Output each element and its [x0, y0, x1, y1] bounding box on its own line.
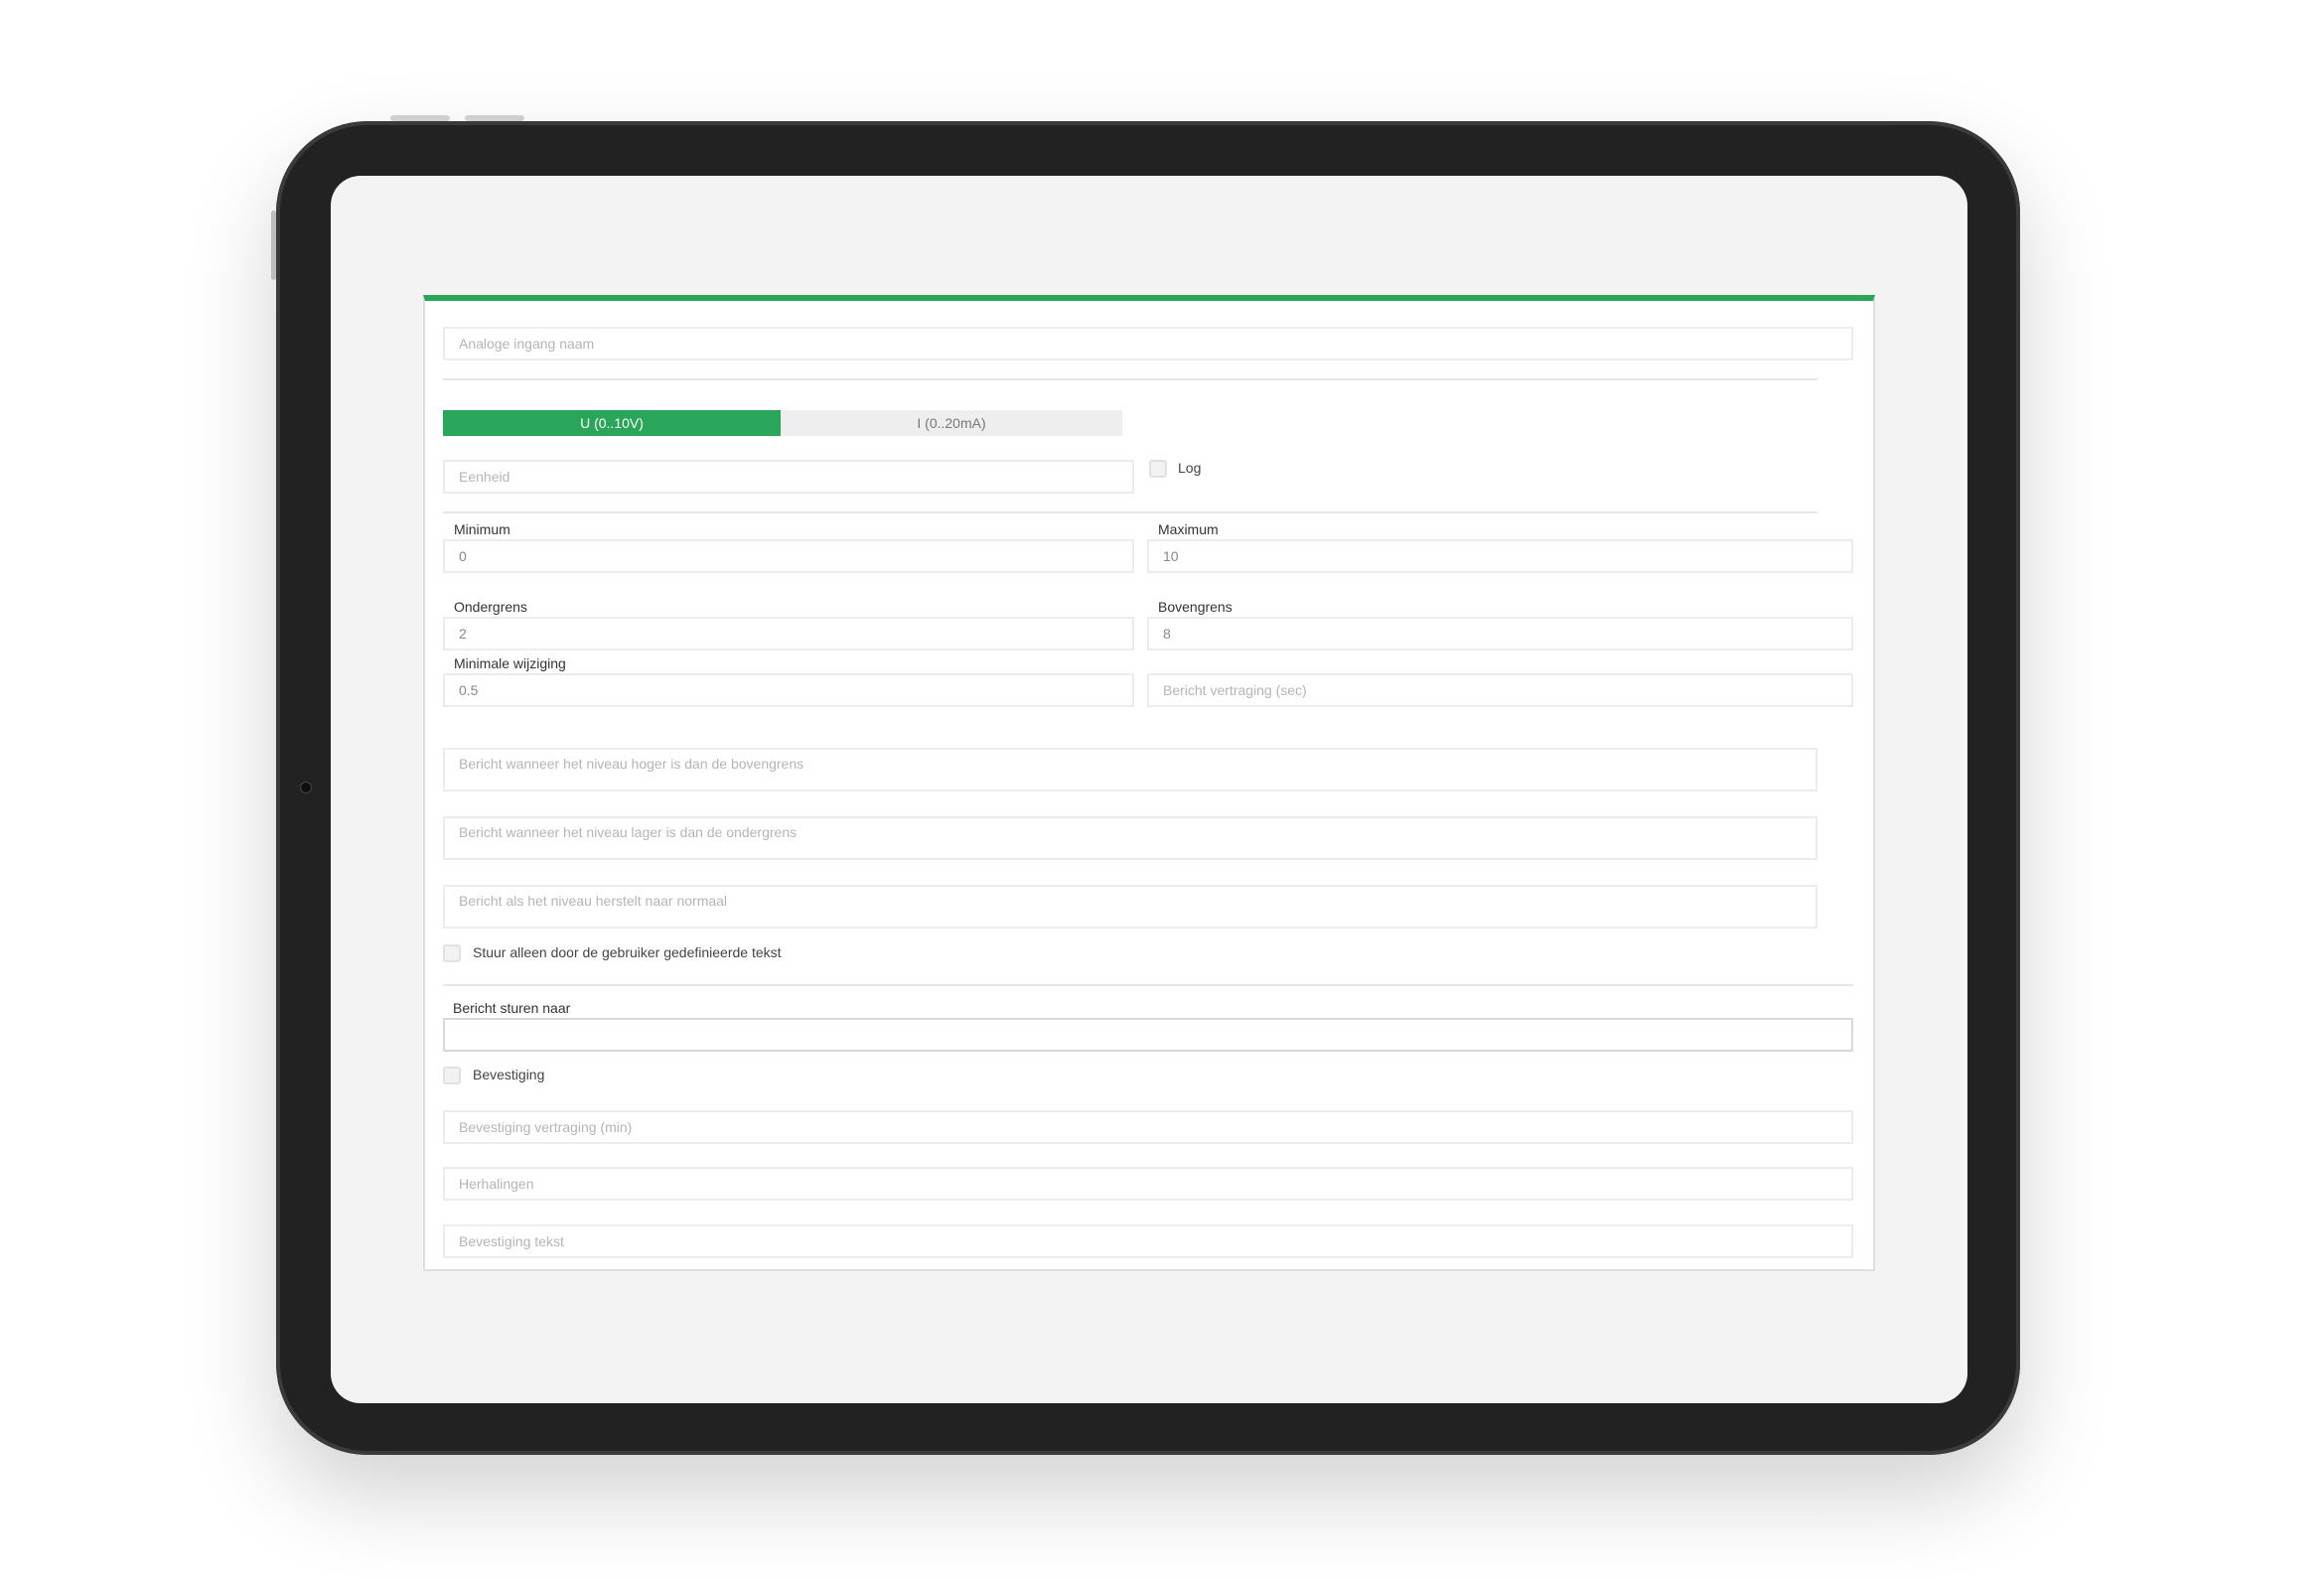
- tablet-screen: Analoge ingang naam U (0..10V) I (0..20m…: [331, 176, 1967, 1403]
- minimum-label: Minimum: [454, 521, 510, 537]
- maximum-label: Maximum: [1158, 521, 1219, 537]
- upper-limit-input[interactable]: 8: [1147, 617, 1853, 650]
- message-normal-input[interactable]: Bericht als het niveau herstelt naar nor…: [443, 885, 1817, 929]
- lower-limit-label: Ondergrens: [454, 599, 527, 615]
- maximum-input[interactable]: 10: [1147, 539, 1853, 573]
- send-to-label: Bericht sturen naar: [453, 1000, 571, 1016]
- analog-input-form: Analoge ingang naam U (0..10V) I (0..20m…: [423, 295, 1875, 1271]
- message-delay-input[interactable]: Bericht vertraging (sec): [1147, 673, 1853, 707]
- min-change-label: Minimale wijziging: [454, 655, 566, 671]
- volume-button: [390, 115, 450, 121]
- upper-limit-label: Bovengrens: [1158, 599, 1233, 615]
- confirmation-checkbox[interactable]: [443, 1067, 461, 1084]
- tab-voltage[interactable]: U (0..10V): [443, 410, 781, 436]
- divider: [443, 378, 1817, 380]
- unit-input[interactable]: Eenheid: [443, 460, 1134, 494]
- volume-button: [465, 115, 524, 121]
- minimum-input[interactable]: 0: [443, 539, 1134, 573]
- message-low-input[interactable]: Bericht wanneer het niveau lager is dan …: [443, 816, 1817, 860]
- camera-icon: [300, 782, 312, 793]
- message-high-input[interactable]: Bericht wanneer het niveau hoger is dan …: [443, 748, 1817, 791]
- user-text-only-checkbox[interactable]: [443, 944, 461, 962]
- confirmation-delay-input[interactable]: Bevestiging vertraging (min): [443, 1110, 1853, 1144]
- min-change-input[interactable]: 0.5: [443, 673, 1134, 707]
- repetitions-input[interactable]: Herhalingen: [443, 1167, 1853, 1201]
- confirmation-text-input[interactable]: Bevestiging tekst: [443, 1224, 1853, 1258]
- send-to-input[interactable]: [443, 1018, 1853, 1052]
- log-checkbox[interactable]: [1149, 460, 1167, 478]
- name-input[interactable]: Analoge ingang naam: [443, 327, 1853, 360]
- side-button: [271, 211, 276, 280]
- log-label: Log: [1178, 460, 1202, 476]
- lower-limit-input[interactable]: 2: [443, 617, 1134, 650]
- user-text-only-label: Stuur alleen door de gebruiker gedefinie…: [473, 944, 782, 960]
- confirmation-label: Bevestiging: [473, 1067, 545, 1082]
- divider: [443, 511, 1817, 513]
- tab-current[interactable]: I (0..20mA): [781, 410, 1122, 436]
- divider: [443, 984, 1853, 986]
